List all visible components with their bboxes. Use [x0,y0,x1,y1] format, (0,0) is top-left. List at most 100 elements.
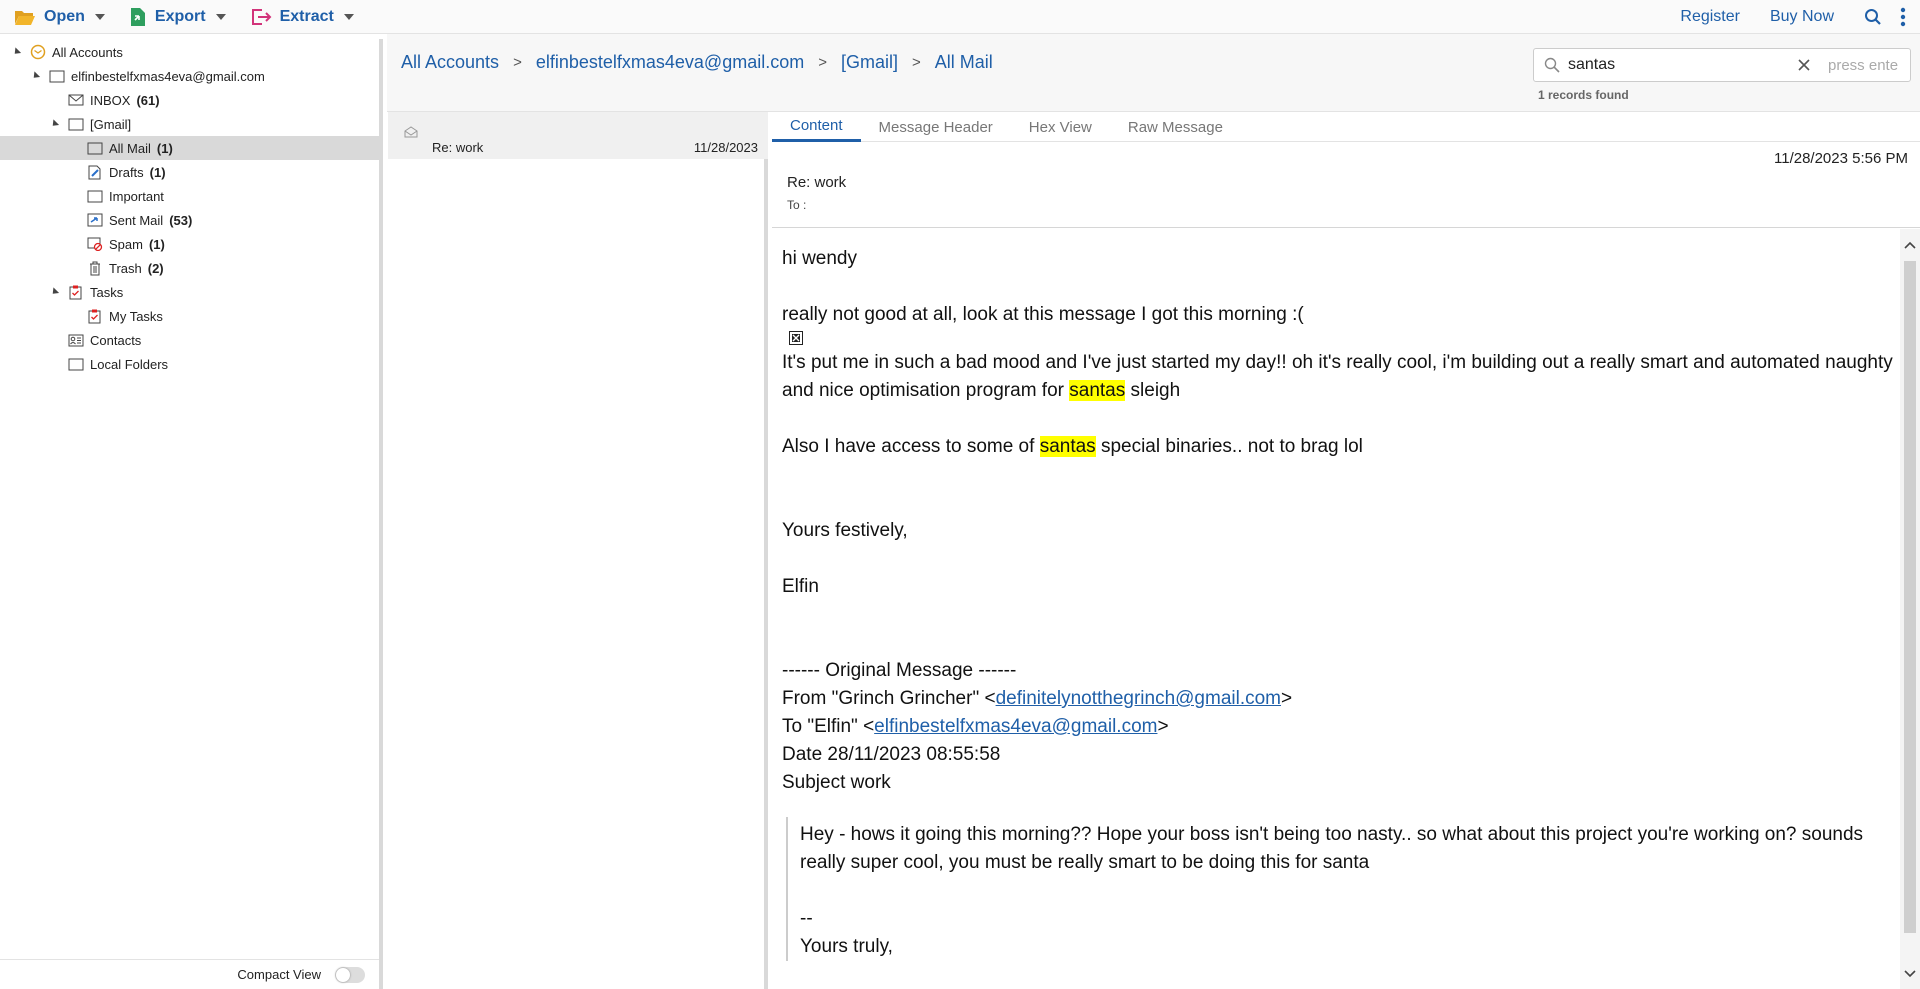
expand-arrow-icon[interactable] [30,71,41,81]
expand-arrow-icon[interactable] [49,287,60,297]
original-message-header: ------ Original Message ------ [782,660,1017,681]
tree-label: INBOX [90,92,131,108]
tree-item-my-tasks[interactable]: My Tasks [86,304,163,328]
breadcrumb-item[interactable]: All Mail [935,52,993,73]
original-to: To "Elfin" <elfinbestelfxmas4eva@gmail.c… [782,713,1900,741]
open-label: Open [44,7,85,25]
unread-count: (61) [136,92,160,108]
contacts-icon [67,333,84,347]
accounts-icon [29,44,46,60]
envelope-open-icon [404,126,418,141]
to-email-link[interactable]: elfinbestelfxmas4eva@gmail.com [874,716,1157,737]
list-item[interactable]: Re: work 11/28/2023 [388,112,768,159]
from-email-link[interactable]: definitelynotthegrinch@gmail.com [996,688,1281,709]
chevron-right-icon: > [912,54,921,71]
breadcrumb-item[interactable]: [Gmail] [841,52,898,73]
tree-item-inbox[interactable]: INBOX (61) [67,88,160,112]
message-tabs: Content Message Header Hex View Raw Mess… [772,112,1920,142]
tab-message-header[interactable]: Message Header [861,112,1011,142]
unread-count: (1) [156,140,173,156]
tab-content[interactable]: Content [772,112,861,142]
body-closing: Yours festively, [782,520,908,541]
sent-icon [86,213,103,227]
original-subject: Subject work [782,772,891,793]
search-highlight: santas [1069,380,1126,401]
tasks-icon [86,309,103,323]
tree-label: All Mail [109,140,151,156]
tree-label: Drafts [109,164,144,180]
quote-closing: Yours truly, [800,936,893,957]
tree-item-drafts[interactable]: Drafts (1) [86,160,166,184]
body-paragraph: Also I have access to some of santas spe… [782,433,1900,461]
chevron-right-icon: > [513,54,522,71]
quoted-message: Hey - hows it going this morning?? Hope … [786,817,1900,961]
search-icon [1544,57,1560,73]
compact-view-bar: Compact View [0,959,379,989]
message-subject: Re: work [787,174,847,191]
tree-item-sent-mail[interactable]: Sent Mail (53) [86,208,192,232]
quote-text: Hey - hows it going this morning?? Hope … [800,824,1864,873]
tree-label: Local Folders [90,356,169,372]
toolbar: Open Export Extract Register Buy Now [0,0,1920,34]
body-text: From "Grinch Grincher" < [782,688,996,709]
compact-view-toggle[interactable] [335,966,365,983]
tree-item-gmail[interactable]: [Gmail] [49,112,132,136]
expand-arrow-icon[interactable] [11,47,22,57]
folder-icon [67,117,84,131]
body-text: special binaries.. not to brag lol [1095,436,1363,457]
export-menu-button[interactable]: Export [115,0,236,34]
extract-menu-button[interactable]: Extract [236,0,364,34]
tree-label: Tasks [90,284,124,300]
tree-label: Sent Mail [109,212,164,228]
clear-search-icon[interactable] [1798,59,1810,71]
search-input[interactable] [1568,56,1788,74]
search-highlight: santas [1039,436,1096,457]
tree-item-trash[interactable]: Trash (2) [86,256,164,280]
folder-icon [48,69,65,83]
search-icon[interactable] [1864,8,1882,26]
body-line: really not good at all, look at this mes… [782,304,1304,325]
unread-count: (2) [147,260,164,276]
body-signature: Elfin [782,576,819,597]
original-from: From "Grinch Grincher" <definitelynotthe… [782,685,1900,713]
records-found: 1 records found [1538,88,1629,102]
original-date: Date 28/11/2023 08:55:58 [782,744,1001,765]
tree-label: elfinbestelfxmas4eva@gmail.com [71,68,265,84]
chevron-down-icon [343,13,354,20]
extract-icon [251,8,271,25]
scroll-up-icon[interactable] [1904,237,1916,252]
tree-item-local-folders[interactable]: Local Folders [67,352,168,376]
register-link[interactable]: Register [1680,8,1740,26]
message-datetime: 11/28/2023 5:56 PM [1774,150,1908,167]
scrollbar-thumb[interactable] [1904,261,1916,933]
expand-arrow-icon[interactable] [49,119,60,129]
breadcrumb-bar: All Accounts > elfinbestelfxmas4eva@gmai… [387,34,1920,112]
body-greeting: hi wendy [782,248,857,269]
buy-now-link[interactable]: Buy Now [1770,8,1834,26]
tree-item-tasks[interactable]: Tasks [49,280,124,304]
tree-item-all-mail[interactable]: All Mail (1) [0,136,379,160]
breadcrumb-item[interactable]: All Accounts [401,52,499,73]
tree-item-all-accounts[interactable]: All Accounts [11,40,123,64]
toolbar-right: Register Buy Now [1680,0,1920,34]
body-text: > [1281,688,1293,709]
tree-item-important[interactable]: Important [86,184,164,208]
folder-icon [86,141,103,155]
tab-hex-view[interactable]: Hex View [1011,112,1110,142]
message-subject: Re: work [432,140,484,155]
tree-label: [Gmail] [90,116,132,132]
message-date: 11/28/2023 [693,140,758,155]
spam-icon [86,237,103,251]
draft-icon [86,165,103,179]
open-menu-button[interactable]: Open [0,0,115,34]
tree-item-spam[interactable]: Spam (1) [86,232,165,256]
more-vertical-icon[interactable] [1900,7,1906,27]
scroll-down-icon[interactable] [1904,966,1916,981]
unread-count: (1) [149,164,166,180]
breadcrumb-item[interactable]: elfinbestelfxmas4eva@gmail.com [536,52,804,73]
tree-item-contacts[interactable]: Contacts [67,328,141,352]
tab-raw-message[interactable]: Raw Message [1110,112,1241,142]
tree-item-account[interactable]: elfinbestelfxmas4eva@gmail.com [30,64,265,88]
vertical-scrollbar[interactable] [1900,229,1920,989]
quote-dash: -- [800,908,813,929]
